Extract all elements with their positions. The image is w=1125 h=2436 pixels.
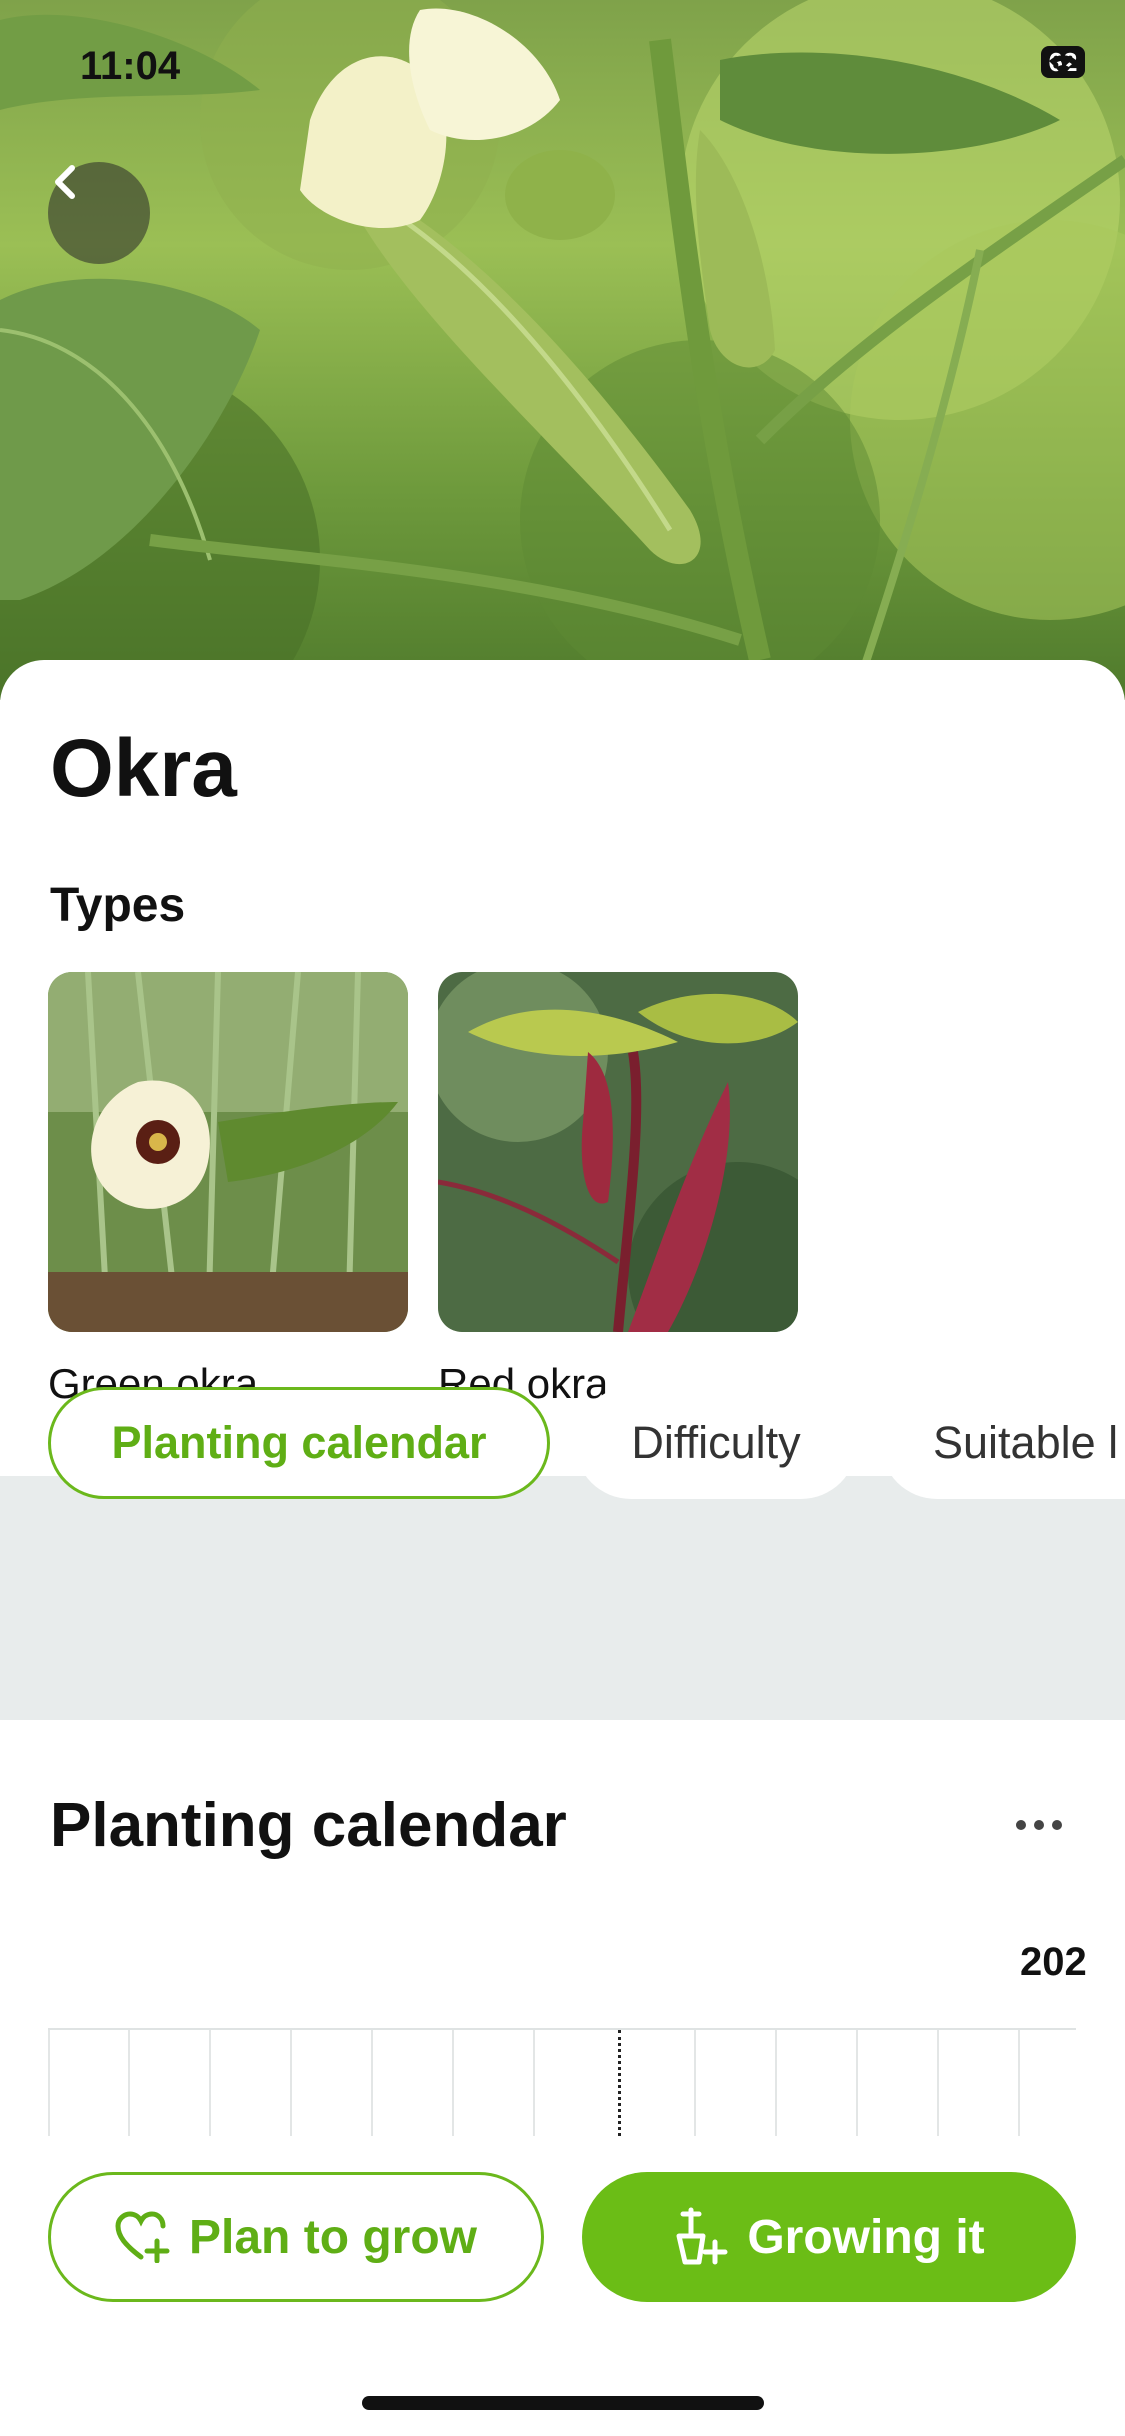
chip-suitable[interactable]: Suitable l	[881, 1387, 1125, 1499]
plan-to-grow-label: Plan to grow	[189, 2210, 477, 2264]
section-chips-bar	[0, 1476, 1125, 1720]
hero-image: 11:04 62	[0, 0, 1125, 700]
growing-it-button[interactable]: Growing it	[582, 2172, 1076, 2302]
status-time: 11:04	[80, 44, 181, 88]
today-marker	[618, 2030, 621, 2142]
red-okra-image	[438, 972, 798, 1332]
planting-calendar-grid	[48, 2028, 1076, 2142]
plan-to-grow-button[interactable]: Plan to grow	[48, 2172, 544, 2302]
types-heading: Types	[50, 879, 186, 932]
chip-planting-calendar[interactable]: Planting calendar	[48, 1387, 550, 1499]
wifi-icon	[1042, 46, 1084, 76]
chevron-left-icon	[55, 165, 75, 199]
back-button[interactable]	[48, 162, 150, 264]
type-card-red-okra[interactable]: Red okra	[438, 972, 798, 1408]
heart-plus-icon	[115, 2211, 170, 2263]
green-okra-image	[48, 972, 408, 1332]
home-indicator[interactable]	[362, 2396, 764, 2410]
chip-difficulty[interactable]: Difficulty	[575, 1387, 857, 1499]
calendar-year-label: 202	[1020, 1940, 1087, 1984]
plant-title: Okra	[50, 723, 237, 814]
plant-pot-plus-icon	[676, 2207, 728, 2265]
planting-calendar-title: Planting calendar	[50, 1791, 567, 1860]
status-bar: 11:04 62	[0, 0, 1125, 130]
bottom-action-bar: Plan to grow Growing it	[0, 2136, 1125, 2436]
growing-it-label: Growing it	[747, 2210, 985, 2264]
type-card-green-okra[interactable]: Green okra	[48, 972, 408, 1408]
more-options-icon[interactable]	[1016, 1820, 1062, 1830]
status-icons: 62	[1041, 46, 1085, 78]
